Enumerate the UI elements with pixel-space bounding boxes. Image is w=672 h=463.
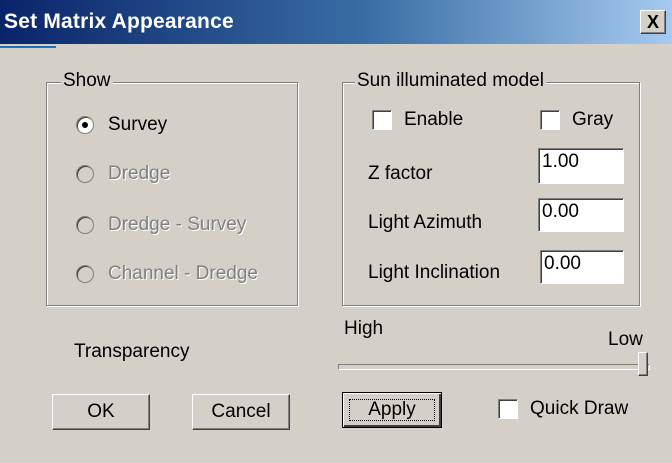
sun-model-legend: Sun illuminated model	[355, 70, 546, 92]
ok-button[interactable]: OK	[52, 394, 150, 430]
gray-label: Gray	[572, 109, 614, 130]
radio-dredge-survey-label: Dredge - Survey	[108, 214, 247, 235]
radio-dredge-survey-icon[interactable]	[76, 216, 94, 234]
transparency-slider-thumb[interactable]	[638, 352, 648, 376]
dialog-title: Set Matrix Appearance	[4, 10, 234, 33]
title-bar[interactable]: Set Matrix Appearance X	[0, 0, 672, 44]
z-factor-input[interactable]: 1.00	[538, 148, 624, 184]
radio-dredge[interactable]: Dredge	[76, 163, 170, 185]
title-underline-decoration	[0, 46, 56, 48]
close-button[interactable]: X	[640, 10, 666, 34]
enable-label: Enable	[404, 109, 464, 130]
radio-survey-label: Survey	[108, 114, 168, 135]
set-matrix-appearance-dialog: Set Matrix Appearance X Show Survey Dred…	[0, 0, 672, 463]
radio-dredge-icon[interactable]	[76, 165, 94, 183]
cancel-button[interactable]: Cancel	[192, 394, 290, 430]
quick-draw-checkbox[interactable]	[498, 399, 518, 419]
transparency-slider-track[interactable]	[338, 364, 650, 370]
z-factor-label: Z factor	[368, 163, 433, 184]
slider-high-label: High	[344, 318, 384, 339]
light-azimuth-input[interactable]: 0.00	[538, 198, 624, 232]
enable-checkbox[interactable]	[372, 110, 392, 130]
quick-draw-label: Quick Draw	[530, 398, 629, 419]
show-legend: Show	[61, 70, 113, 92]
light-azimuth-label: Light Azimuth	[368, 212, 483, 233]
radio-channel-dredge-label: Channel - Dredge	[108, 263, 258, 284]
gray-checkbox[interactable]	[540, 110, 560, 130]
light-inclination-label: Light Inclination	[368, 262, 501, 283]
radio-dredge-label: Dredge	[108, 163, 171, 184]
slider-low-label: Low	[608, 329, 643, 350]
light-inclination-input[interactable]: 0.00	[540, 250, 624, 284]
radio-channel-dredge-icon[interactable]	[76, 265, 94, 283]
gray-checkbox-row[interactable]: Gray	[540, 109, 613, 131]
radio-channel-dredge[interactable]: Channel - Dredge	[76, 263, 258, 285]
close-icon: X	[646, 12, 659, 32]
enable-checkbox-row[interactable]: Enable	[372, 109, 463, 131]
quick-draw-row[interactable]: Quick Draw	[498, 398, 628, 420]
radio-survey[interactable]: Survey	[76, 114, 167, 136]
radio-survey-icon[interactable]	[76, 116, 94, 134]
apply-button[interactable]: Apply	[342, 392, 442, 428]
transparency-label: Transparency	[74, 341, 190, 362]
radio-dredge-survey[interactable]: Dredge - Survey	[76, 214, 246, 236]
